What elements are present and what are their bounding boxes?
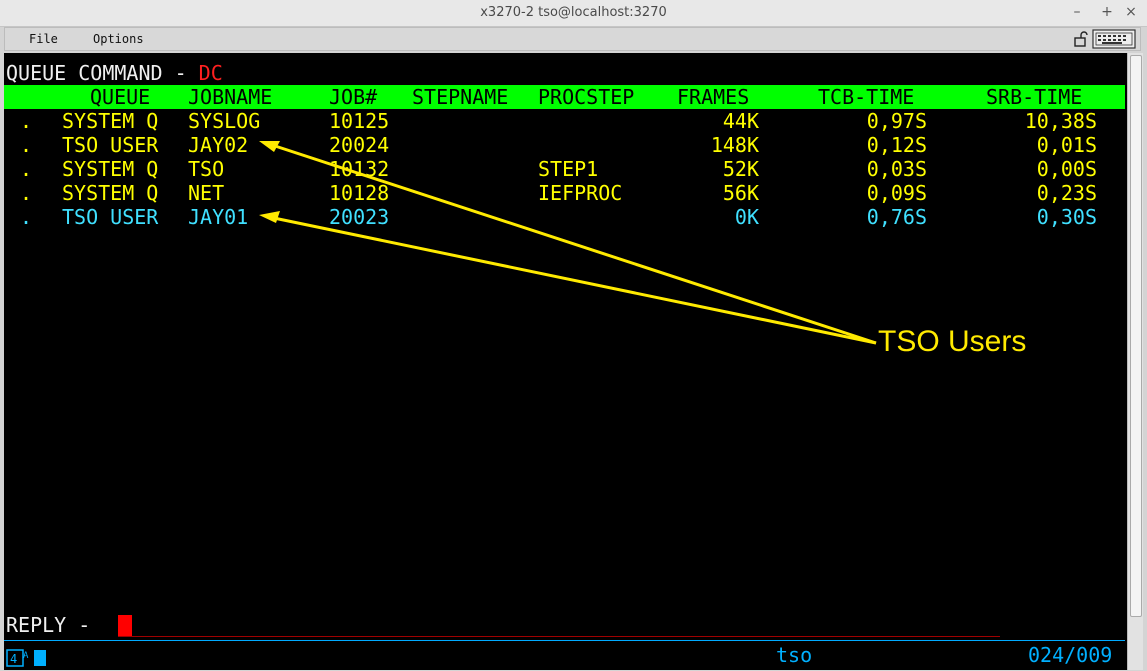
keyboard-icon[interactable]: [1092, 29, 1136, 49]
connection-indicator-icon: 4 A: [6, 649, 46, 667]
status-separator: [4, 640, 1125, 641]
annotation-label: TSO Users: [878, 325, 1027, 358]
minimize-icon[interactable]: –: [1068, 4, 1086, 20]
close-icon[interactable]: ×: [1122, 4, 1140, 20]
arrow-to-jay02: [268, 142, 877, 345]
status-cursor-position: 024/009: [1028, 643, 1113, 667]
status-session: tso: [776, 643, 813, 667]
terminal-screen[interactable]: QUEUE COMMAND - DC QUEUE JOBNAME JOB# ST…: [4, 53, 1127, 670]
scrollbar-thumb[interactable]: [1130, 55, 1142, 617]
arrowhead-jay01: [259, 211, 280, 223]
window-title: x3270-2 tso@localhost:3270: [480, 5, 667, 20]
arrowhead-jay02: [259, 141, 280, 152]
menu-file[interactable]: File: [29, 32, 58, 46]
svg-text:4: 4: [10, 652, 17, 666]
menubar: File Options: [4, 27, 1141, 51]
lock-icon[interactable]: [1072, 31, 1088, 47]
maximize-icon[interactable]: +: [1098, 4, 1116, 20]
menu-options[interactable]: Options: [93, 32, 144, 46]
vertical-scrollbar[interactable]: [1127, 53, 1143, 670]
window-titlebar: x3270-2 tso@localhost:3270 – + ×: [0, 0, 1147, 27]
arrow-to-jay01: [268, 215, 877, 345]
annotation-arrows: [259, 141, 877, 345]
svg-text:A: A: [23, 651, 29, 661]
